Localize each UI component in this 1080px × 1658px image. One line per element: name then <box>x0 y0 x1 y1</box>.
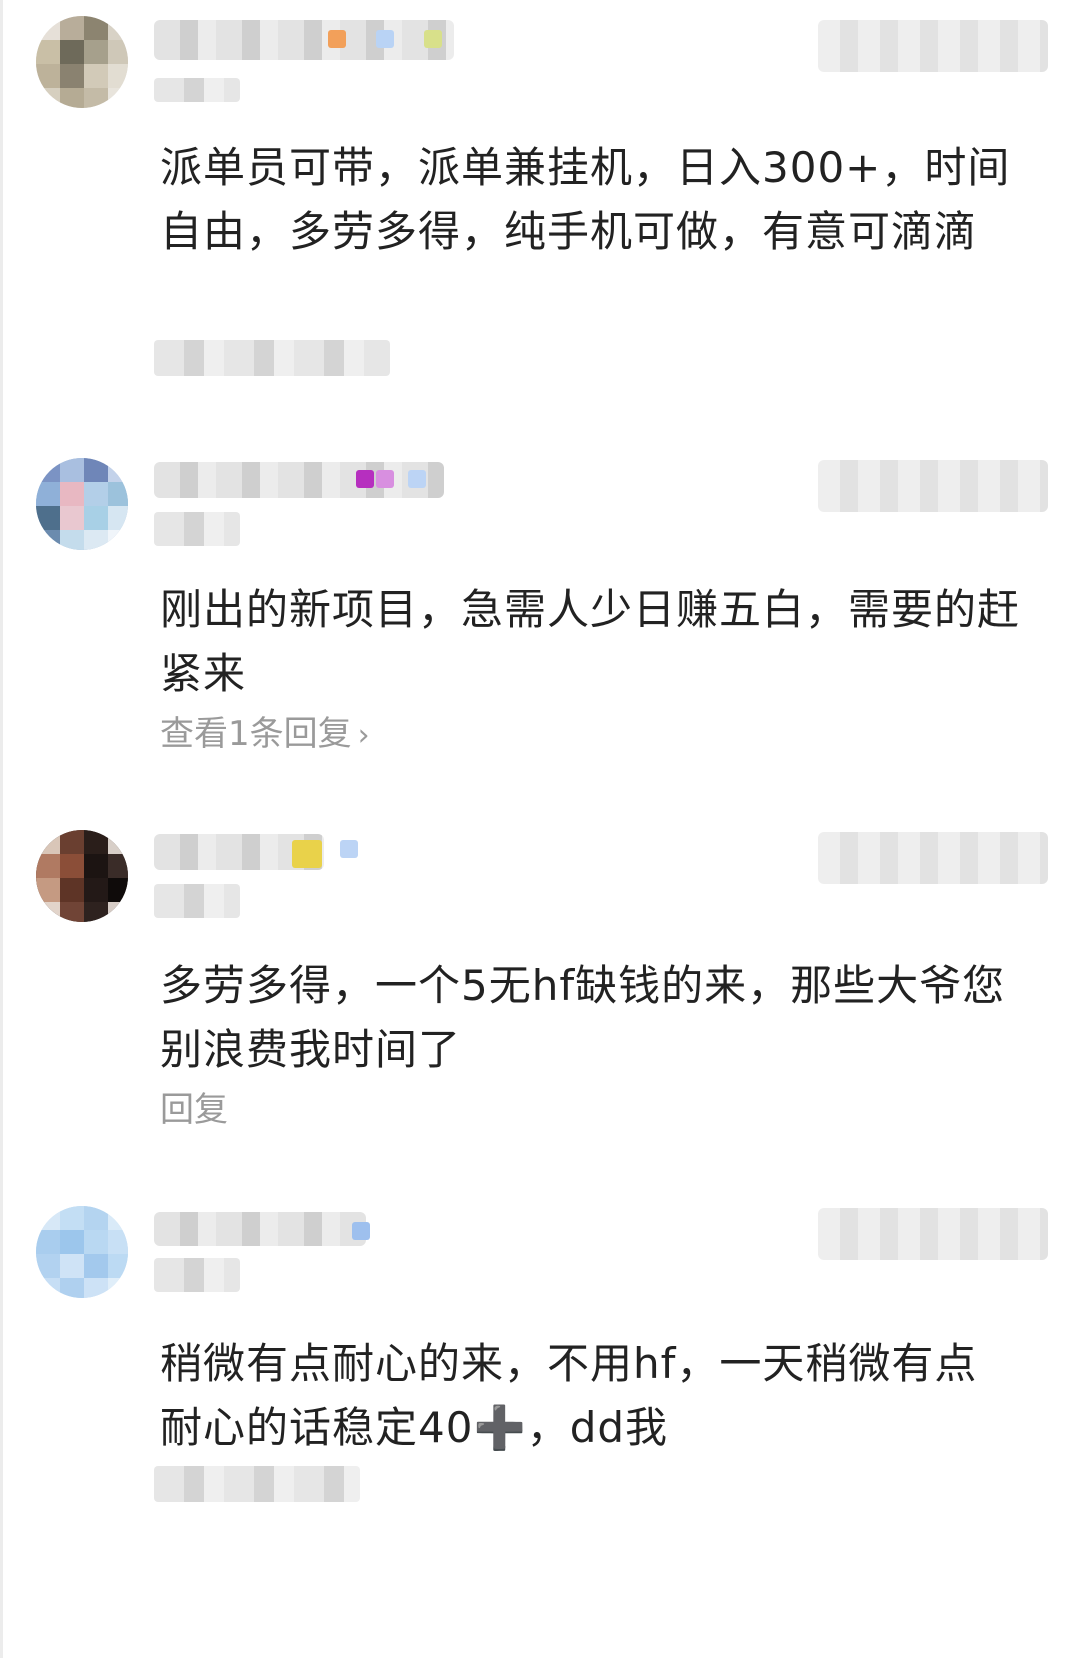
username[interactable] <box>154 1212 366 1246</box>
comment-meta <box>154 884 240 918</box>
comment-actions[interactable] <box>818 832 1048 884</box>
comment-text: 派单员可带，派单兼挂机，日入300+，时间自由，多劳多得，纯手机可做，有意可滴滴 <box>160 143 1011 256</box>
user-badge <box>352 1222 370 1240</box>
comment-actions[interactable] <box>818 1208 1048 1260</box>
user-badge <box>408 470 426 488</box>
chevron-right-icon: › <box>357 718 370 753</box>
comment-meta <box>154 78 240 102</box>
user-badge <box>340 840 358 858</box>
comment-actions[interactable] <box>818 20 1048 72</box>
comment-actions[interactable] <box>818 460 1048 512</box>
username[interactable] <box>154 20 454 60</box>
user-badge <box>356 470 374 488</box>
comment-text: 稍微有点耐心的来，不用hf，一天稍微有点耐心的话稳定40➕，dd我 <box>160 1339 978 1452</box>
comment-footer <box>154 340 390 376</box>
user-badge <box>376 30 394 48</box>
user-badge <box>292 840 322 868</box>
comment-text: 多劳多得，一个5无hf缺钱的来，那些大爷您别浪费我时间了 <box>160 961 1006 1074</box>
view-replies-link[interactable]: 查看1条回复 › <box>160 710 370 760</box>
comment-meta <box>154 512 240 546</box>
user-avatar-icon[interactable] <box>36 1206 128 1298</box>
username[interactable] <box>154 462 444 498</box>
user-avatar-icon[interactable] <box>36 16 128 108</box>
page-left-border <box>0 0 3 1658</box>
reply-button[interactable]: 回复 <box>160 1086 228 1134</box>
user-avatar-icon[interactable] <box>36 458 128 550</box>
user-badge <box>328 30 346 48</box>
user-avatar-icon[interactable] <box>36 830 128 922</box>
comment-footer <box>154 1466 360 1502</box>
view-replies-label: 查看1条回复 <box>160 714 352 754</box>
comment-text: 刚出的新项目，急需人少日赚五白，需要的赶紧来 <box>160 585 1021 698</box>
comment-meta <box>154 1258 240 1292</box>
user-badge <box>424 30 442 48</box>
user-badge <box>376 470 394 488</box>
